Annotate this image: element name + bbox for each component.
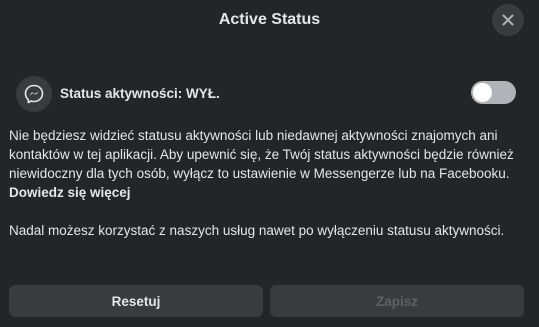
description-body: Nie będziesz widzieć statusu aktywności … [9,128,514,181]
description-text: Nie będziesz widzieć statusu aktywności … [9,126,529,202]
reset-button[interactable]: Resetuj [9,285,263,317]
messenger-icon-badge [16,76,52,112]
active-status-toggle[interactable] [471,81,516,104]
learn-more-link[interactable]: Dowiedz się więcej [9,185,131,200]
active-status-row: Status aktywności: WYŁ. [16,76,516,112]
close-button[interactable] [492,4,524,36]
save-button: Zapisz [270,285,524,317]
status-label: Status aktywności: WYŁ. [60,86,220,101]
note-text: Nadal możesz korzystać z naszych usług n… [9,223,505,238]
active-status-dialog: Active Status Status aktywności: WYŁ. Ni… [0,0,539,327]
dialog-title: Active Status [218,11,321,28]
dialog-header: Active Status [0,0,539,40]
messenger-icon [24,84,44,104]
toggle-knob [473,83,492,102]
close-icon [502,14,514,26]
